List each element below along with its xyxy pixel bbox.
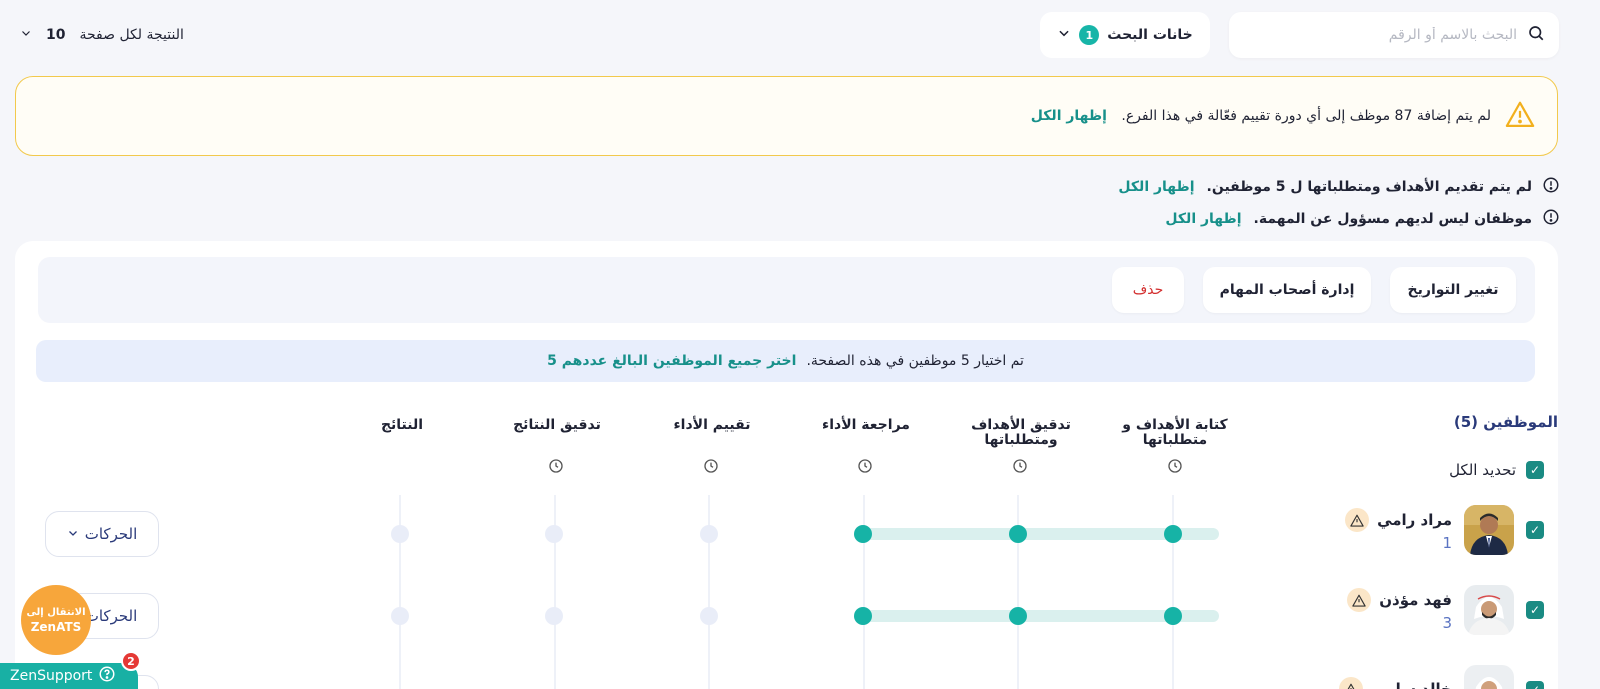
search-fields-label: خانات البحث [1107,27,1193,43]
notice-text: لم يتم تقديم الأهداف ومتطلباتها ل 5 موظف… [1206,179,1532,195]
per-page-label: النتيجة لكل صفحة [79,27,184,43]
actions-label: الحركات [84,525,138,543]
column-header-results: النتائج [380,417,424,433]
zenats-switch-button[interactable]: الانتقال إلى ZenATS [21,585,91,655]
zenats-line1: الانتقال إلى [26,607,86,618]
manage-owners-button[interactable]: إدارة أصحاب المهام [1203,267,1371,313]
notice-show-all-link[interactable]: إظهار الكل [1165,211,1241,227]
column-header-audit-results: تدقيق النتائج [513,417,601,433]
clock-icon[interactable] [1012,458,1028,474]
warning-triangle-icon [1505,100,1535,132]
employee-name[interactable]: مراد رامي [1377,511,1452,529]
zensupport-label: ZenSupport [10,668,93,684]
employee-row: ✓ مراد رامي 1 [1345,500,1544,560]
step-dot-complete[interactable] [1009,525,1027,543]
select-all-employees-link[interactable]: اختر جميع الموظفين البالغ عددهم 5 [547,353,796,369]
step-dot-pending[interactable] [545,607,563,625]
clock-icon[interactable] [548,458,564,474]
warning-banner: لم يتم إضافة 87 موظف إلى أي دورة تقييم ف… [15,76,1558,156]
select-all-label: تحديد الكل [1449,461,1516,479]
warning-show-all-link[interactable]: إظهار الكل [1031,108,1107,124]
step-dot-pending[interactable] [545,525,563,543]
select-all-checkbox[interactable]: ✓ [1526,461,1544,479]
zenats-line2: ZenATS [30,620,82,634]
employee-name[interactable]: فهد مؤذن [1379,591,1452,609]
notice-goals: لم يتم تقديم الأهداف ومتطلباتها ل 5 موظف… [1118,176,1560,198]
selection-bar: تم اختيار 5 موظفين في هذه الصفحة. اختر ج… [36,340,1535,382]
warning-text: لم يتم إضافة 87 موظف إلى أي دورة تقييم ف… [1030,108,1491,124]
step-dot-complete[interactable] [1164,525,1182,543]
warning-triangle-icon [1347,588,1372,612]
notice-text: موظفان ليس لديهم مسؤول عن المهمة. [1253,211,1532,227]
column-header-write-goals: كتابة الأهداف و متطلباتها [1122,417,1228,448]
search-fields-count-badge: 1 [1079,25,1100,45]
search-box[interactable] [1229,12,1559,58]
warning-triangle-icon [1339,677,1364,689]
search-input[interactable] [1243,27,1517,43]
avatar [1464,665,1514,689]
avatar [1464,505,1514,555]
chevron-down-icon [20,27,32,43]
step-dot-pending[interactable] [391,525,409,543]
employee-checkbox[interactable]: ✓ [1526,521,1544,539]
step-dot-pending[interactable] [391,607,409,625]
step-dot-complete[interactable] [854,525,872,543]
column-header-performance-review: مراجعة الأداء [822,417,910,433]
selection-text: تم اختيار 5 موظفين في هذه الصفحة. [806,353,1024,369]
help-circle-icon [98,665,116,687]
employee-name[interactable]: خالد سامي [1371,680,1452,689]
step-dot-pending[interactable] [700,607,718,625]
employees-header: الموظفين (5) [1453,413,1558,431]
notice-owners: موظفان ليس لديهم مسؤول عن المهمة. إظهار … [1165,208,1560,230]
employee-checkbox[interactable]: ✓ [1526,601,1544,619]
zensupport-button[interactable]: ZenSupport [0,663,138,689]
chevron-down-icon [1057,26,1071,44]
employee-number: 3 [1442,614,1452,632]
employee-row: ✓ خالد سامي [1339,660,1544,689]
step-dot-complete[interactable] [1009,607,1027,625]
step-dot-complete[interactable] [854,607,872,625]
clock-icon[interactable] [857,458,873,474]
chevron-down-icon [67,525,79,543]
search-icon [1527,24,1545,46]
column-header-performance-evaluation: تقييم الأداء [673,417,751,433]
step-dot-complete[interactable] [1164,607,1182,625]
info-circle-icon [1542,208,1560,230]
step-dot-pending[interactable] [700,525,718,543]
select-all-row[interactable]: ✓ تحديد الكل [1449,459,1544,481]
change-dates-button[interactable]: تغيير التواريخ [1390,267,1516,313]
search-fields-dropdown[interactable]: خانات البحث 1 [1040,12,1210,58]
info-circle-icon [1542,176,1560,198]
employee-number: 1 [1442,534,1452,552]
avatar [1464,585,1514,635]
delete-button[interactable]: حذف [1112,267,1184,313]
zensupport-notification-badge: 2 [121,651,141,671]
column-header-audit-goals: تدقيق الأهداف ومتطلباتها [971,417,1071,448]
notice-show-all-link[interactable]: إظهار الكل [1118,179,1194,195]
actions-dropdown[interactable]: الحركات [45,511,159,557]
actions-label: الحركات [84,607,138,625]
employee-checkbox[interactable]: ✓ [1526,681,1544,689]
per-page-value: 10 [46,27,66,43]
warning-triangle-icon [1345,508,1370,532]
employee-row: ✓ فهد مؤذن 3 [1347,580,1544,640]
clock-icon[interactable] [703,458,719,474]
per-page-select[interactable]: 10 النتيجة لكل صفحة [20,20,184,50]
clock-icon[interactable] [1167,458,1183,474]
